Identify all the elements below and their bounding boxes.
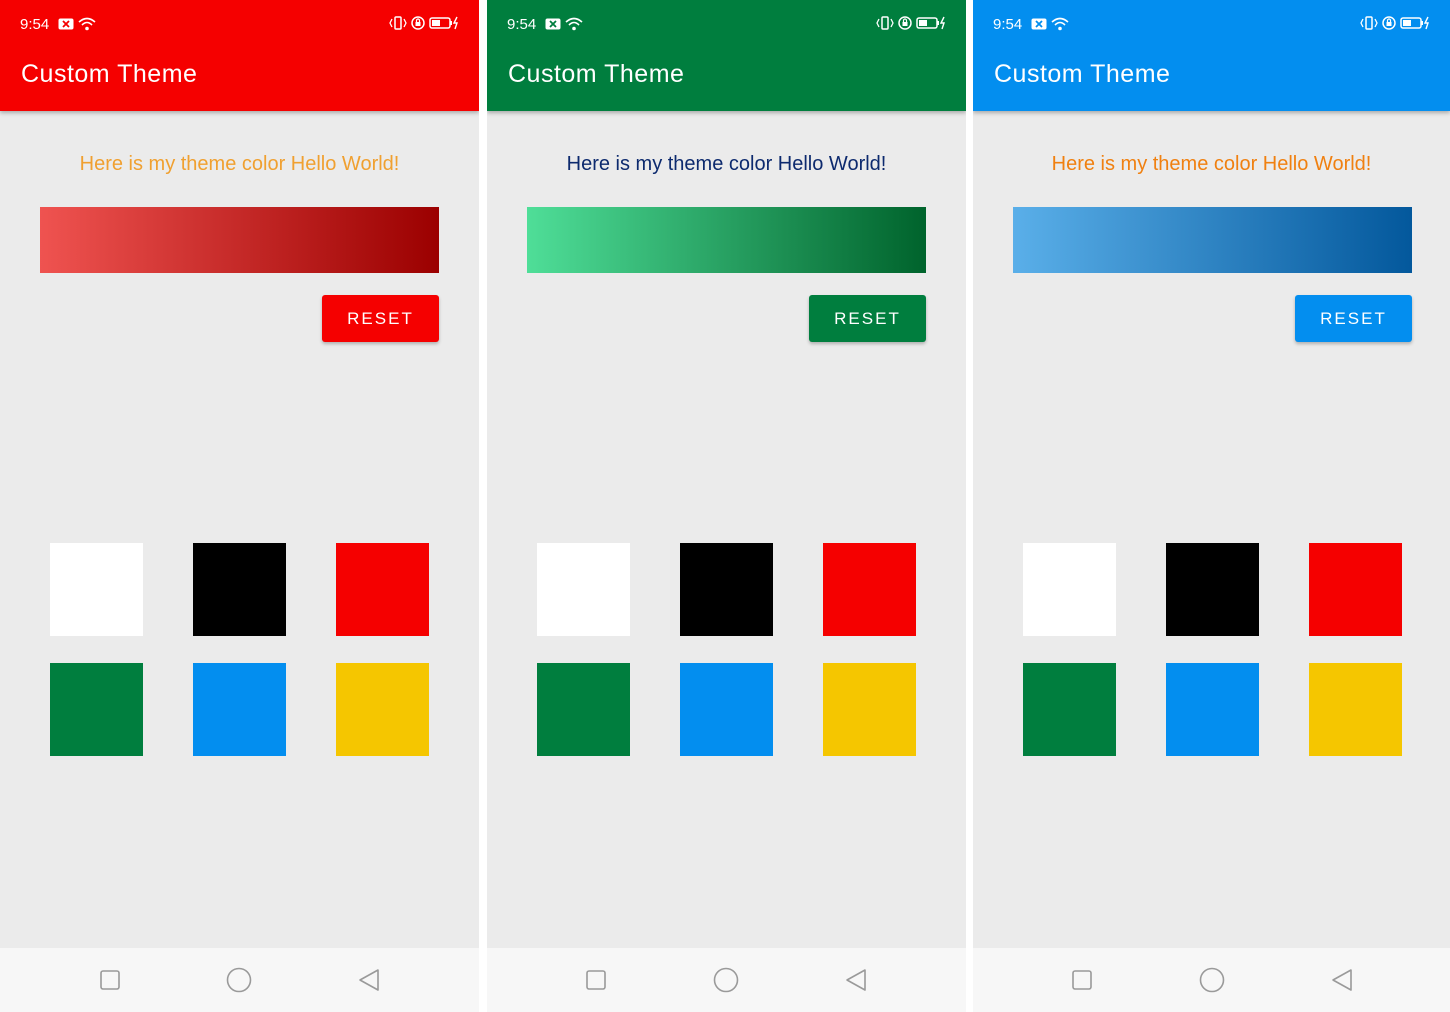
swatch-white[interactable]	[50, 543, 143, 636]
hello-text: Here is my theme color Hello World!	[79, 153, 400, 175]
notification-x-icon	[1031, 18, 1047, 30]
battery-charging-icon	[1400, 16, 1432, 30]
app-title: Custom Theme	[508, 60, 685, 88]
app-bar: 9:54 Custom Theme	[487, 0, 966, 111]
swatch-white[interactable]	[537, 543, 630, 636]
swatch-yellow[interactable]	[823, 663, 916, 756]
home-circle-icon[interactable]	[225, 966, 253, 994]
app-bar: 9:54 Custom Theme	[973, 0, 1450, 111]
vibrate-icon	[876, 16, 894, 30]
status-time: 9:54	[993, 16, 1023, 33]
app-title: Custom Theme	[994, 60, 1171, 88]
theme-gradient-bar	[1013, 207, 1412, 273]
status-time: 9:54	[507, 16, 537, 33]
swatch-blue[interactable]	[1166, 663, 1259, 756]
navigation-bar	[487, 948, 966, 1012]
wifi-icon	[565, 17, 583, 31]
reset-button[interactable]: RESET	[1295, 295, 1412, 342]
back-triangle-icon[interactable]	[356, 966, 384, 994]
status-bar: 9:54	[0, 0, 479, 50]
notification-x-icon	[545, 18, 561, 30]
home-circle-icon[interactable]	[712, 966, 740, 994]
app-title: Custom Theme	[21, 60, 198, 88]
theme-gradient-bar	[527, 207, 926, 273]
swatch-blue[interactable]	[193, 663, 286, 756]
swatch-yellow[interactable]	[336, 663, 429, 756]
hello-text: Here is my theme color Hello World!	[1051, 153, 1372, 175]
vibrate-icon	[389, 16, 407, 30]
phone-screen-blue: 9:54 Custom Theme Here is my theme color…	[973, 0, 1450, 1012]
swatch-blue[interactable]	[680, 663, 773, 756]
swatch-red[interactable]	[1309, 543, 1402, 636]
notification-x-icon	[58, 18, 74, 30]
swatch-black[interactable]	[680, 543, 773, 636]
wifi-icon	[78, 17, 96, 31]
swatch-white[interactable]	[1023, 543, 1116, 636]
phone-screen-green: 9:54 Custom Theme Here is my theme color…	[487, 0, 966, 1012]
screen-divider	[479, 0, 487, 1012]
theme-gradient-bar	[40, 207, 439, 273]
status-bar: 9:54	[487, 0, 966, 50]
swatch-green[interactable]	[537, 663, 630, 756]
reset-button[interactable]: RESET	[809, 295, 926, 342]
wifi-icon	[1051, 17, 1069, 31]
status-bar: 9:54	[973, 0, 1450, 50]
swatch-yellow[interactable]	[1309, 663, 1402, 756]
swatch-black[interactable]	[193, 543, 286, 636]
battery-charging-icon	[429, 16, 461, 30]
lock-rotation-icon	[411, 16, 425, 30]
back-triangle-icon[interactable]	[1329, 966, 1357, 994]
lock-rotation-icon	[898, 16, 912, 30]
swatch-red[interactable]	[823, 543, 916, 636]
status-time: 9:54	[20, 16, 50, 33]
recents-square-icon[interactable]	[582, 966, 610, 994]
recents-square-icon[interactable]	[1068, 966, 1096, 994]
lock-rotation-icon	[1382, 16, 1396, 30]
reset-button[interactable]: RESET	[322, 295, 439, 342]
vibrate-icon	[1360, 16, 1378, 30]
back-triangle-icon[interactable]	[843, 966, 871, 994]
home-circle-icon[interactable]	[1198, 966, 1226, 994]
screen-divider	[966, 0, 973, 1012]
swatch-black[interactable]	[1166, 543, 1259, 636]
battery-charging-icon	[916, 16, 948, 30]
app-bar: 9:54 Custom Theme	[0, 0, 479, 111]
swatch-green[interactable]	[1023, 663, 1116, 756]
navigation-bar	[973, 948, 1450, 1012]
recents-square-icon[interactable]	[96, 966, 124, 994]
navigation-bar	[0, 948, 479, 1012]
hello-text: Here is my theme color Hello World!	[566, 153, 887, 175]
swatch-green[interactable]	[50, 663, 143, 756]
swatch-red[interactable]	[336, 543, 429, 636]
phone-screen-red: 9:54 Custom Theme Here is my theme color…	[0, 0, 479, 1012]
